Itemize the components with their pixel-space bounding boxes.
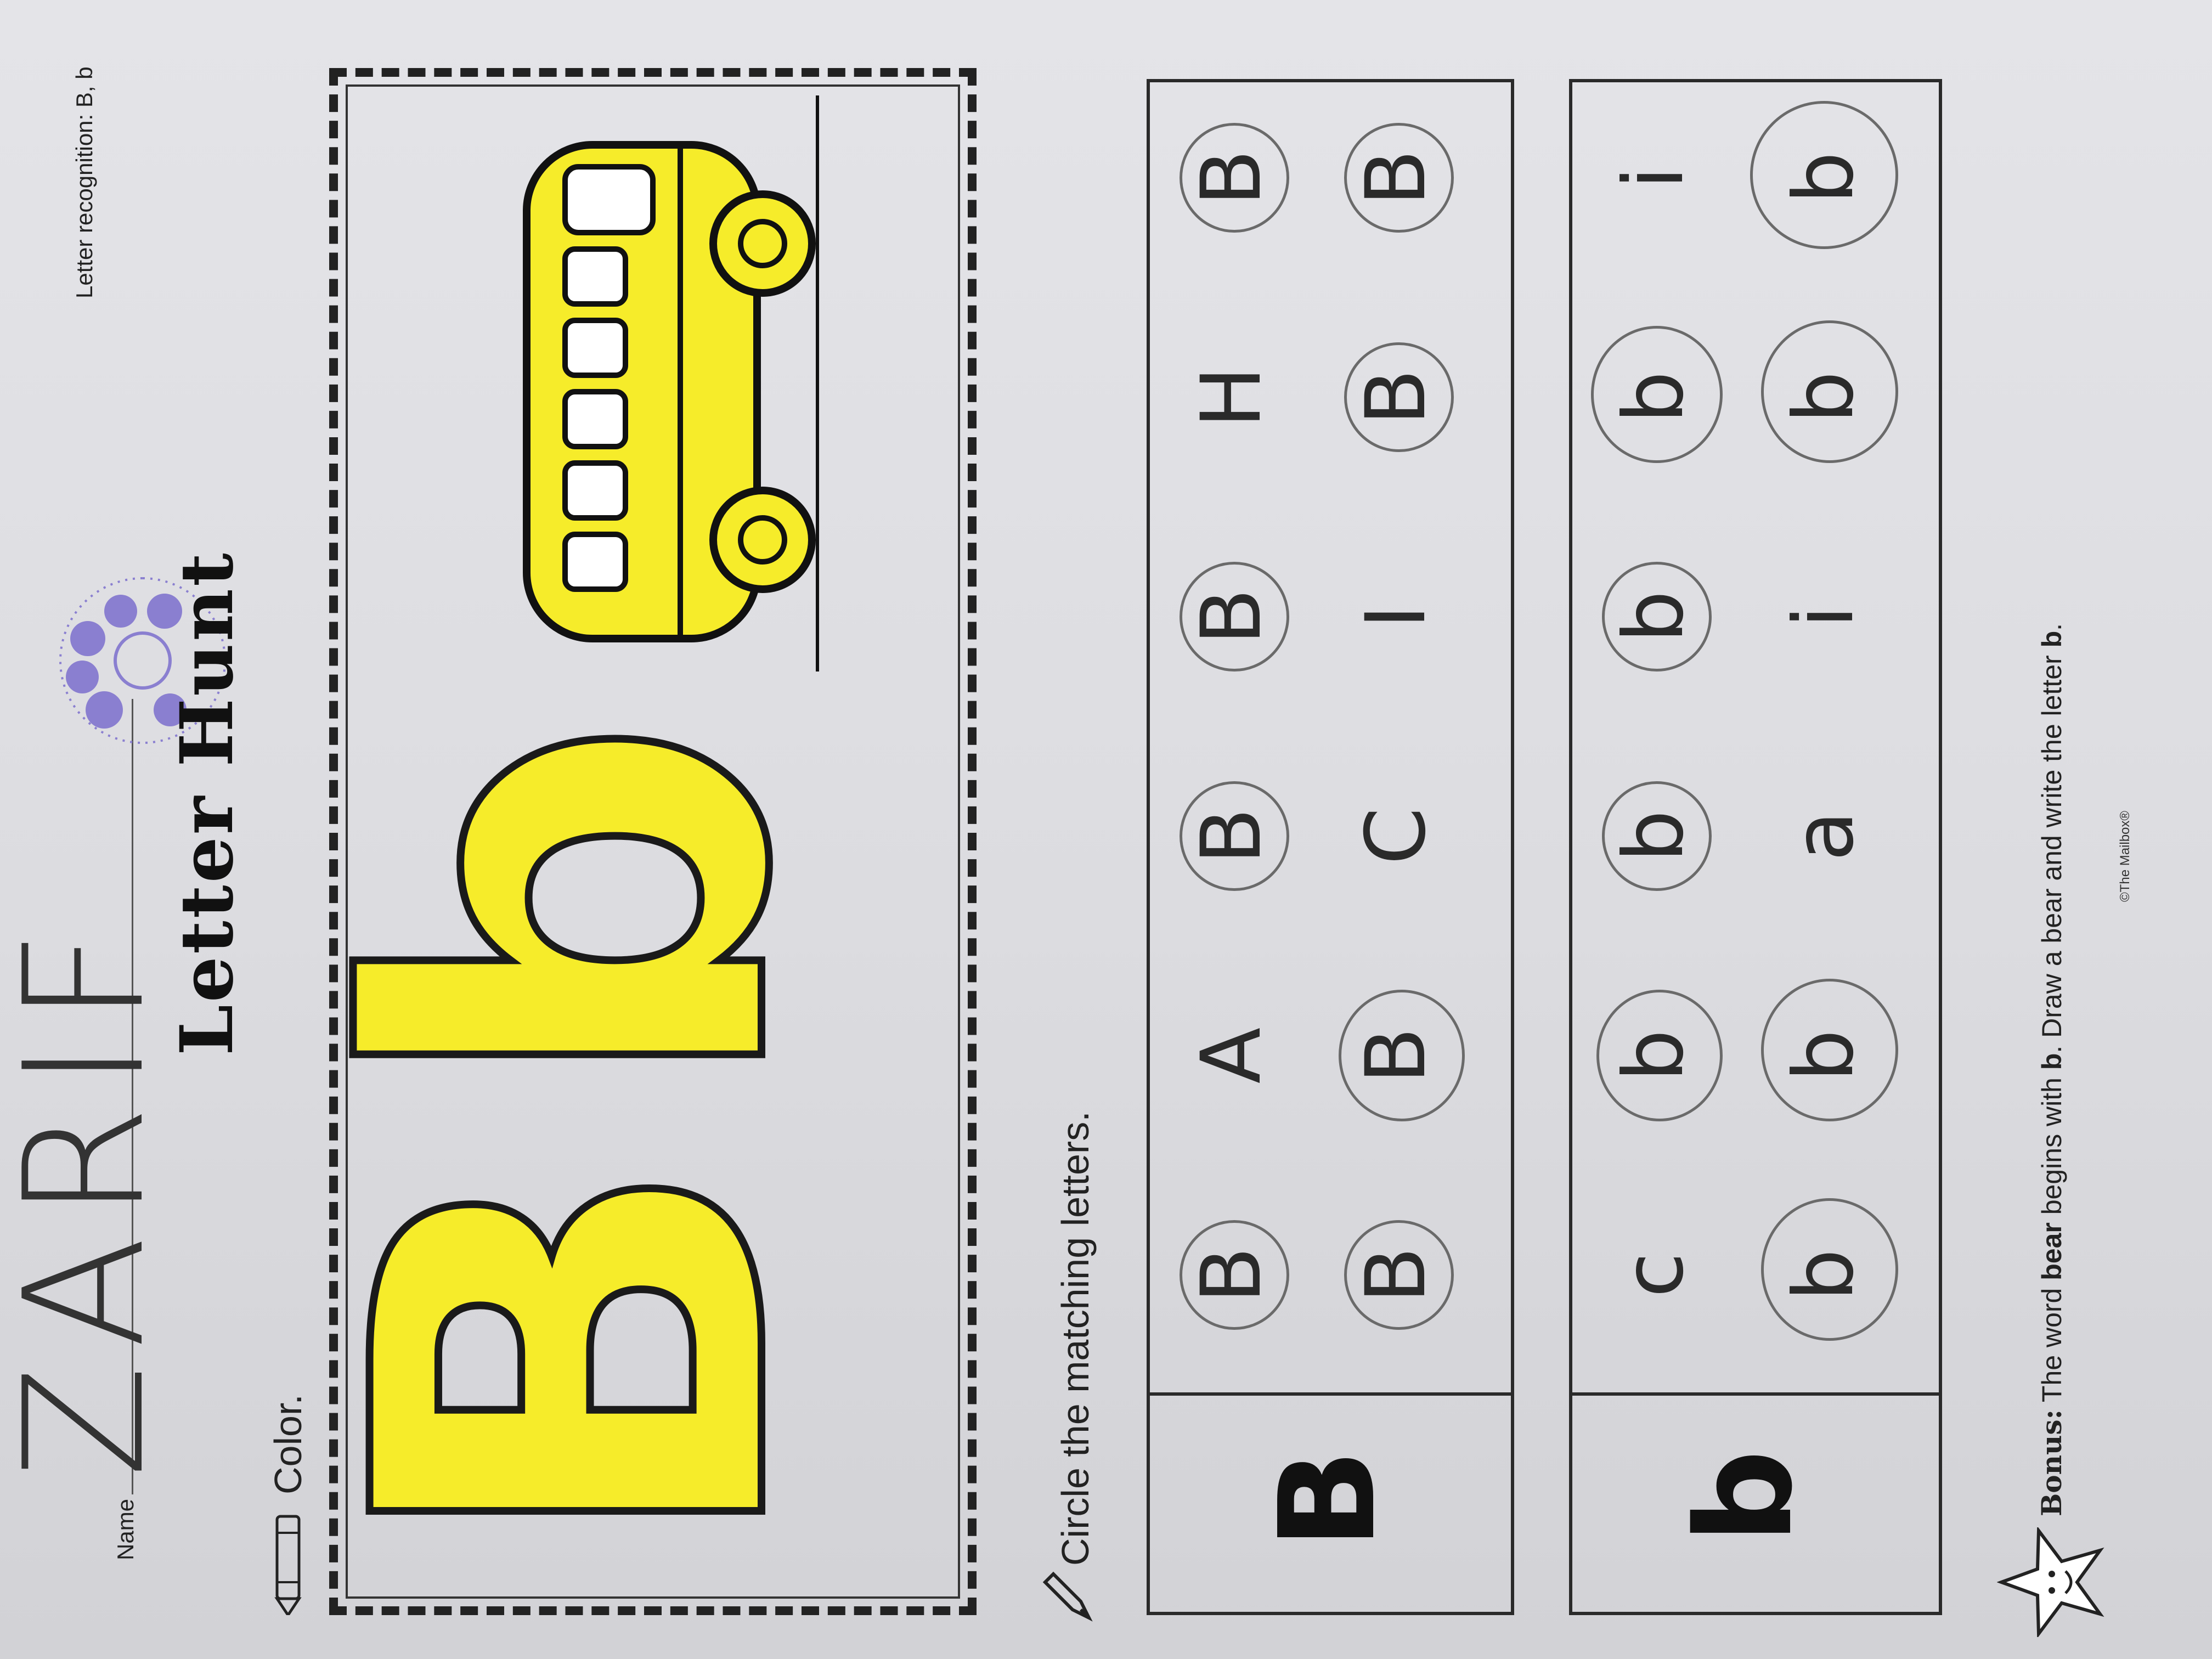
pencil-circle-mark: [1602, 781, 1712, 891]
bonus-label: Bonus:: [2035, 1409, 2068, 1516]
photo-background: Name ZARIF Letter recognition: B, b Lett…: [0, 0, 2212, 1659]
grid-letter[interactable]: H: [1184, 342, 1279, 452]
pencil-circle-mark: [1180, 781, 1289, 891]
pencil-circle-mark: [1596, 990, 1723, 1121]
bonus-text-part: begins with: [2036, 1070, 2067, 1223]
uppercase-target-letter: B: [1251, 1449, 1404, 1549]
star-face-icon: [1996, 1526, 2107, 1639]
school-bus-icon: [483, 95, 834, 672]
bonus-text-part: .: [2036, 623, 2067, 631]
pencil-circle-mark: [1750, 101, 1898, 249]
pencil-circle-mark: [1180, 562, 1289, 672]
lowercase-row-divider: [1569, 1392, 1942, 1396]
bonus-text-part: The word: [2036, 1280, 2067, 1410]
pencil-circle-mark: [1344, 342, 1454, 452]
copyright-footer: ©The Mailbox®: [2118, 810, 2132, 902]
circle-instruction: Circle the matching letters.: [1054, 1111, 1097, 1566]
grid-letter[interactable]: i: [1606, 123, 1702, 233]
pencil-circle-mark: [1180, 1220, 1289, 1330]
bonus-instruction: Bonus: The word bear begins with b. Draw…: [2035, 35, 2068, 1516]
pencil-circle-mark: [1761, 320, 1898, 463]
bonus-bold-letter: b: [2036, 630, 2067, 648]
worksheet: Name ZARIF Letter recognition: B, b Lett…: [0, 0, 2212, 1659]
grid-letter[interactable]: A: [1184, 1001, 1279, 1110]
pencil-circle-mark: [1761, 1198, 1898, 1341]
lowercase-target-letter: b: [1668, 1449, 1821, 1544]
pencil-circle-mark: [1761, 979, 1898, 1121]
student-name-handwritten: ZARIF: [0, 912, 180, 1478]
pencil-circle-mark: [1344, 123, 1454, 233]
bonus-text-part: . Draw a bear and write the letter: [2036, 647, 2067, 1053]
bonus-bold-letter: b: [2036, 1053, 2067, 1070]
pencil-circle-mark: [1180, 123, 1289, 233]
color-letter-uppercase: B: [259, 1147, 893, 1564]
grid-letter[interactable]: c: [1606, 1220, 1702, 1330]
pencil-circle-mark: [1344, 1220, 1454, 1330]
grid-letter[interactable]: C: [1348, 781, 1444, 891]
pencil-icon: [1042, 1571, 1097, 1626]
grid-letter[interactable]: i: [1776, 562, 1872, 672]
pencil-circle-mark: [1591, 326, 1723, 463]
bonus-bold-word: bear: [2036, 1222, 2067, 1280]
grid-letter[interactable]: I: [1348, 562, 1444, 672]
worksheet-title: Letter Hunt: [165, 551, 250, 1056]
pencil-circle-mark: [1602, 562, 1712, 672]
subject-label: Letter recognition: B, b: [71, 66, 97, 298]
uppercase-row-divider: [1147, 1392, 1514, 1396]
color-letter-lowercase: b: [259, 710, 893, 1103]
name-label: Name: [112, 1498, 138, 1560]
pencil-circle-mark: [1339, 990, 1465, 1121]
grid-letter[interactable]: a: [1776, 781, 1872, 891]
